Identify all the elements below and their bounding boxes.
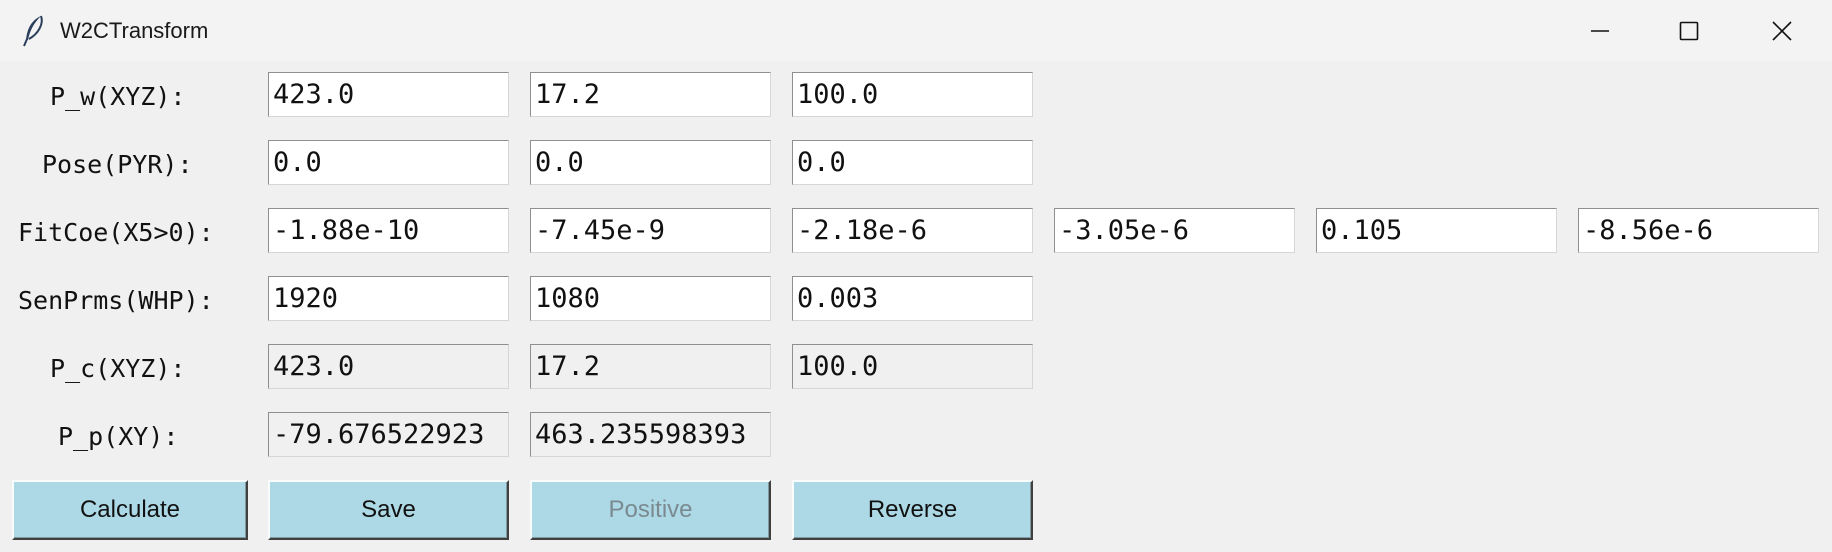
p-w-x-field[interactable] — [268, 72, 509, 117]
senprms-label: SenPrms(WHP): — [18, 286, 214, 315]
window-title: W2CTransform — [60, 18, 209, 43]
fitcoe-4-field[interactable] — [1054, 208, 1295, 253]
feather-icon — [22, 14, 46, 48]
calculate-button[interactable]: Calculate — [12, 480, 248, 540]
fitcoe-6-field[interactable] — [1578, 208, 1819, 253]
p-c-label: P_c(XYZ): — [50, 354, 186, 383]
senprms-height-field[interactable] — [530, 276, 771, 321]
p-c-y-field[interactable] — [530, 344, 771, 389]
app-window: W2CTransform P_w(XYZ): Pose(PYR): FitCoe… — [0, 0, 1832, 552]
fitcoe-1-field[interactable] — [268, 208, 509, 253]
senprms-width-field[interactable] — [268, 276, 509, 321]
p-c-z-field[interactable] — [792, 344, 1033, 389]
p-w-z-field[interactable] — [792, 72, 1033, 117]
positive-button[interactable]: Positive — [530, 480, 771, 540]
p-p-x-field[interactable] — [268, 412, 509, 457]
maximize-icon — [1679, 21, 1699, 41]
p-p-label: P_p(XY): — [58, 422, 179, 451]
fitcoe-5-field[interactable] — [1316, 208, 1557, 253]
save-button[interactable]: Save — [268, 480, 509, 540]
pose-pitch-field[interactable] — [268, 140, 509, 185]
minimize-icon — [1590, 21, 1610, 41]
pose-yaw-field[interactable] — [530, 140, 771, 185]
reverse-button[interactable]: Reverse — [792, 480, 1033, 540]
p-w-label: P_w(XYZ): — [50, 82, 186, 111]
p-w-y-field[interactable] — [530, 72, 771, 117]
p-p-y-field[interactable] — [530, 412, 771, 457]
p-c-x-field[interactable] — [268, 344, 509, 389]
close-button[interactable] — [1738, 0, 1826, 62]
senprms-pixel-field[interactable] — [792, 276, 1033, 321]
pose-roll-field[interactable] — [792, 140, 1033, 185]
fitcoe-label: FitCoe(X5>0): — [18, 218, 214, 247]
close-icon — [1772, 21, 1792, 41]
pose-label: Pose(PYR): — [42, 150, 193, 179]
fitcoe-3-field[interactable] — [792, 208, 1033, 253]
maximize-button[interactable] — [1645, 0, 1733, 62]
fitcoe-2-field[interactable] — [530, 208, 771, 253]
title-bar[interactable]: W2CTransform — [0, 0, 1832, 62]
minimize-button[interactable] — [1556, 0, 1644, 62]
